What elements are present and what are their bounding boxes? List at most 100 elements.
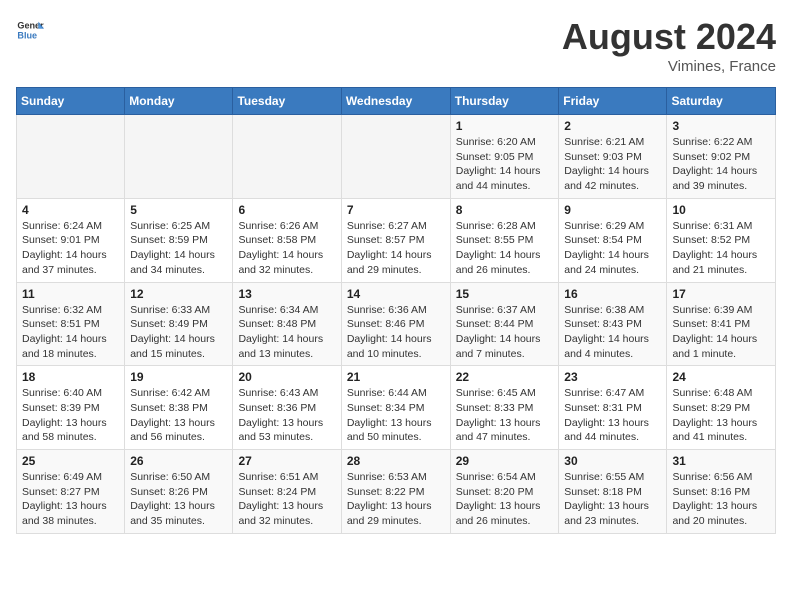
day-info: Sunrise: 6:20 AMSunset: 9:05 PMDaylight:… (456, 135, 554, 194)
day-number: 18 (22, 370, 119, 384)
calendar-cell: 6Sunrise: 6:26 AMSunset: 8:58 PMDaylight… (233, 198, 341, 282)
day-number: 26 (130, 454, 227, 468)
generalblue-icon: General Blue (16, 16, 44, 44)
day-info: Sunrise: 6:28 AMSunset: 8:55 PMDaylight:… (456, 219, 554, 278)
day-info: Sunrise: 6:34 AMSunset: 8:48 PMDaylight:… (238, 303, 335, 362)
day-number: 7 (347, 203, 445, 217)
calendar-cell: 25 Sunrise: 6:49 AMSunset: 8:27 PMDayligh… (17, 450, 125, 534)
day-info: Sunrise: 6:47 AMSunset: 8:31 PMDaylight:… (564, 386, 661, 445)
calendar-cell (125, 115, 233, 199)
day-number: 21 (347, 370, 445, 384)
day-info: Sunrise: 6:38 AMSunset: 8:43 PMDaylight:… (564, 303, 661, 362)
day-info: Sunrise: 6:40 AMSunset: 8:39 PMDaylight:… (22, 386, 119, 445)
calendar-week-5: 25 Sunrise: 6:49 AMSunset: 8:27 PMDayligh… (17, 450, 776, 534)
day-info: Sunrise: 6:36 AMSunset: 8:46 PMDaylight:… (347, 303, 445, 362)
title-block: August 2024 Vimines, France (562, 16, 776, 75)
day-number: 16 (564, 287, 661, 301)
calendar-week-2: 4 Sunrise: 6:24 AMSunset: 9:01 PMDaylight… (17, 198, 776, 282)
day-info: Sunrise: 6:22 AMSunset: 9:02 PMDaylight:… (672, 135, 770, 194)
calendar-week-4: 18 Sunrise: 6:40 AMSunset: 8:39 PMDayligh… (17, 366, 776, 450)
day-number: 20 (238, 370, 335, 384)
calendar-cell: 1 Sunrise: 6:20 AMSunset: 9:05 PMDaylight… (450, 115, 559, 199)
day-info: Sunrise: 6:56 AMSunset: 8:16 PMDaylight:… (672, 470, 770, 529)
calendar-cell: 8 Sunrise: 6:28 AMSunset: 8:55 PMDaylight… (450, 198, 559, 282)
col-wednesday: Wednesday (341, 88, 450, 115)
calendar-cell: 28 Sunrise: 6:53 AMSunset: 8:22 PMDayligh… (341, 450, 450, 534)
day-info: Sunrise: 6:21 AMSunset: 9:03 PMDaylight:… (564, 135, 661, 194)
day-info: Sunrise: 6:25 AMSunset: 8:59 PMDaylight:… (130, 219, 227, 278)
calendar-cell: 13Sunrise: 6:34 AMSunset: 8:48 PMDayligh… (233, 282, 341, 366)
calendar-cell: 7 Sunrise: 6:27 AMSunset: 8:57 PMDaylight… (341, 198, 450, 282)
calendar-cell (341, 115, 450, 199)
day-number: 4 (22, 203, 119, 217)
day-info: Sunrise: 6:50 AMSunset: 8:26 PMDaylight:… (130, 470, 227, 529)
calendar-cell: 22 Sunrise: 6:45 AMSunset: 8:33 PMDayligh… (450, 366, 559, 450)
day-number: 28 (347, 454, 445, 468)
day-number: 3 (672, 119, 770, 133)
day-info: Sunrise: 6:51 AMSunset: 8:24 PMDaylight:… (238, 470, 335, 529)
calendar-cell: 21Sunrise: 6:44 AMSunset: 8:34 PMDayligh… (341, 366, 450, 450)
header-row: Sunday Monday Tuesday Wednesday Thursday… (17, 88, 776, 115)
day-info: Sunrise: 6:45 AMSunset: 8:33 PMDaylight:… (456, 386, 554, 445)
day-info: Sunrise: 6:27 AMSunset: 8:57 PMDaylight:… (347, 219, 445, 278)
day-info: Sunrise: 6:37 AMSunset: 8:44 PMDaylight:… (456, 303, 554, 362)
day-number: 15 (456, 287, 554, 301)
calendar-week-1: 1 Sunrise: 6:20 AMSunset: 9:05 PMDaylight… (17, 115, 776, 199)
calendar-cell: 26 Sunrise: 6:50 AMSunset: 8:26 PMDayligh… (125, 450, 233, 534)
page-header: General Blue August 2024 Vimines, France (16, 16, 776, 75)
day-number: 25 (22, 454, 119, 468)
day-info: Sunrise: 6:31 AMSunset: 8:52 PMDaylight:… (672, 219, 770, 278)
day-number: 9 (564, 203, 661, 217)
col-thursday: Thursday (450, 88, 559, 115)
calendar-cell: 17 Sunrise: 6:39 AMSunset: 8:41 PMDayligh… (667, 282, 776, 366)
col-friday: Friday (559, 88, 667, 115)
day-number: 17 (672, 287, 770, 301)
day-number: 30 (564, 454, 661, 468)
col-sunday: Sunday (17, 88, 125, 115)
svg-text:Blue: Blue (17, 30, 37, 40)
calendar-cell: 18 Sunrise: 6:40 AMSunset: 8:39 PMDayligh… (17, 366, 125, 450)
calendar-cell: 11 Sunrise: 6:32 AMSunset: 8:51 PMDayligh… (17, 282, 125, 366)
calendar-cell: 20 Sunrise: 6:43 AMSunset: 8:36 PMDayligh… (233, 366, 341, 450)
calendar-title: August 2024 (562, 16, 776, 58)
day-number: 1 (456, 119, 554, 133)
day-info: Sunrise: 6:42 AMSunset: 8:38 PMDaylight:… (130, 386, 227, 445)
calendar-cell: 15 Sunrise: 6:37 AMSunset: 8:44 PMDayligh… (450, 282, 559, 366)
calendar-cell (233, 115, 341, 199)
day-info: Sunrise: 6:48 AMSunset: 8:29 PMDaylight:… (672, 386, 770, 445)
day-info: Sunrise: 6:39 AMSunset: 8:41 PMDaylight:… (672, 303, 770, 362)
day-number: 11 (22, 287, 119, 301)
calendar-cell: 31 Sunrise: 6:56 AMSunset: 8:16 PMDayligh… (667, 450, 776, 534)
calendar-cell: 14 Sunrise: 6:36 AMSunset: 8:46 PMDayligh… (341, 282, 450, 366)
calendar-cell: 9 Sunrise: 6:29 AMSunset: 8:54 PMDaylight… (559, 198, 667, 282)
day-info: Sunrise: 6:24 AMSunset: 9:01 PMDaylight:… (22, 219, 119, 278)
calendar-cell: 12Sunrise: 6:33 AMSunset: 8:49 PMDayligh… (125, 282, 233, 366)
day-number: 29 (456, 454, 554, 468)
day-number: 14 (347, 287, 445, 301)
col-saturday: Saturday (667, 88, 776, 115)
day-info: Sunrise: 6:55 AMSunset: 8:18 PMDaylight:… (564, 470, 661, 529)
col-tuesday: Tuesday (233, 88, 341, 115)
day-number: 27 (238, 454, 335, 468)
day-number: 31 (672, 454, 770, 468)
day-info: Sunrise: 6:43 AMSunset: 8:36 PMDaylight:… (238, 386, 335, 445)
day-info: Sunrise: 6:29 AMSunset: 8:54 PMDaylight:… (564, 219, 661, 278)
col-monday: Monday (125, 88, 233, 115)
day-number: 8 (456, 203, 554, 217)
calendar-cell: 16 Sunrise: 6:38 AMSunset: 8:43 PMDayligh… (559, 282, 667, 366)
day-info: Sunrise: 6:33 AMSunset: 8:49 PMDaylight:… (130, 303, 227, 362)
calendar-week-3: 11 Sunrise: 6:32 AMSunset: 8:51 PMDayligh… (17, 282, 776, 366)
day-number: 23 (564, 370, 661, 384)
day-number: 22 (456, 370, 554, 384)
calendar-cell: 24Sunrise: 6:48 AMSunset: 8:29 PMDayligh… (667, 366, 776, 450)
day-number: 6 (238, 203, 335, 217)
calendar-cell: 27 Sunrise: 6:51 AMSunset: 8:24 PMDayligh… (233, 450, 341, 534)
day-number: 10 (672, 203, 770, 217)
day-info: Sunrise: 6:53 AMSunset: 8:22 PMDaylight:… (347, 470, 445, 529)
day-number: 2 (564, 119, 661, 133)
calendar-cell: 10 Sunrise: 6:31 AMSunset: 8:52 PMDayligh… (667, 198, 776, 282)
calendar-cell: 19Sunrise: 6:42 AMSunset: 8:38 PMDayligh… (125, 366, 233, 450)
day-info: Sunrise: 6:49 AMSunset: 8:27 PMDaylight:… (22, 470, 119, 529)
calendar-header: Sunday Monday Tuesday Wednesday Thursday… (17, 88, 776, 115)
day-info: Sunrise: 6:32 AMSunset: 8:51 PMDaylight:… (22, 303, 119, 362)
